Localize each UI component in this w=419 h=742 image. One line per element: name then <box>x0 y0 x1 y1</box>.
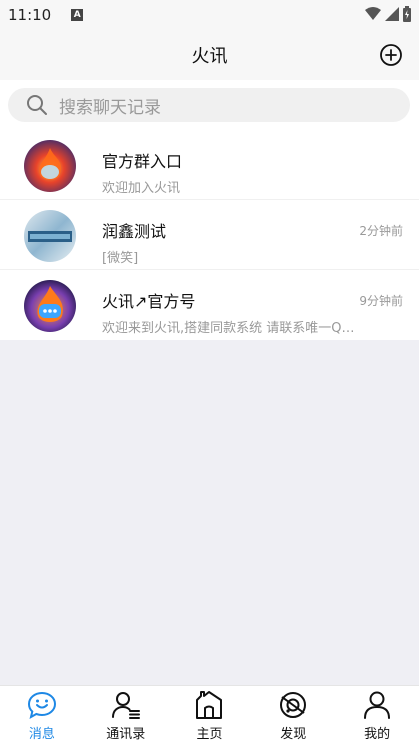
chat-list: 官方群入口 欢迎加入火讯 润鑫测试 [微笑] 2分钟前 火讯↗官方号 欢迎来到火… <box>0 130 419 340</box>
battery-icon <box>403 6 411 22</box>
avatar <box>24 280 76 332</box>
app-header: 火讯 <box>0 30 419 80</box>
chat-time: 2分钟前 <box>359 224 403 238</box>
chat-item-runxin-test[interactable]: 润鑫测试 [微笑] 2分钟前 <box>0 200 419 270</box>
chat-name: 火讯↗官方号 <box>102 292 196 311</box>
status-time: 11:10 <box>8 6 52 24</box>
contacts-icon <box>111 692 140 719</box>
tab-label: 通讯录 <box>106 727 146 742</box>
tab-messages[interactable]: 消息 <box>0 686 84 742</box>
tab-label: 主页 <box>196 727 223 742</box>
search-placeholder: 搜索聊天记录 <box>59 97 161 118</box>
tab-contacts[interactable]: 通讯录 <box>84 686 168 742</box>
chat-last-message: [微笑] <box>102 251 139 266</box>
status-bar: 11:10 A <box>0 0 419 30</box>
signal-icon <box>385 7 399 21</box>
tab-label: 发现 <box>280 727 307 742</box>
wifi-icon <box>365 7 381 20</box>
tab-label: 我的 <box>364 727 391 742</box>
search-icon <box>27 95 47 115</box>
chat-time: 9分钟前 <box>359 294 403 308</box>
search-bar: 搜索聊天记录 <box>0 80 419 130</box>
page-title: 火讯 <box>191 46 228 67</box>
chat-bubble-icon <box>27 691 56 719</box>
tab-discover[interactable]: 发现 <box>251 686 335 742</box>
notification-icon: A <box>71 9 84 21</box>
tab-profile[interactable]: 我的 <box>335 686 419 742</box>
bottom-tab-bar: 消息 通讯录 主页 发现 我的 <box>0 685 419 742</box>
profile-icon <box>364 691 391 719</box>
avatar <box>24 210 76 262</box>
avatar <box>24 140 76 192</box>
chat-item-official-group[interactable]: 官方群入口 欢迎加入火讯 <box>0 130 419 200</box>
tab-label: 消息 <box>28 727 55 742</box>
chat-name: 官方群入口 <box>102 152 183 171</box>
discover-icon <box>280 692 307 718</box>
chat-item-official-account[interactable]: 火讯↗官方号 欢迎来到火讯,搭建同款系统 请联系唯一Q… 9分钟前 <box>0 270 419 340</box>
status-icons <box>365 6 411 22</box>
chat-last-message: 欢迎加入火讯 <box>102 181 181 196</box>
chat-name: 润鑫测试 <box>102 222 167 241</box>
home-icon <box>196 691 223 719</box>
chat-last-message: 欢迎来到火讯,搭建同款系统 请联系唯一Q… <box>102 321 355 336</box>
add-icon[interactable] <box>379 43 403 67</box>
search-input[interactable]: 搜索聊天记录 <box>8 88 410 122</box>
tab-home[interactable]: 主页 <box>168 686 252 742</box>
